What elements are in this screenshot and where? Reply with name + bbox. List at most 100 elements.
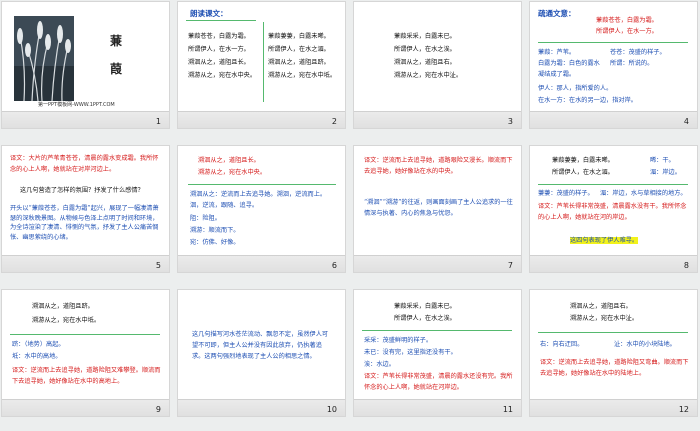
poem-line: 所谓伊人，在水之涘。 (394, 315, 456, 322)
note-line: 跻：（地势）高起。 (12, 341, 65, 348)
slide-number: 1 (155, 117, 161, 126)
poem-line: 溯洄从之，道阻且右。 (394, 59, 456, 66)
question-text: 这几句营造了怎样的氛围？抒发了什么感情？ (20, 187, 144, 194)
divider (10, 334, 160, 335)
thumb-footer (530, 255, 697, 272)
slide-thumb-1[interactable]: 蒹 葭 第一PPT模板网-WWW.1PPT.COM 1 (1, 1, 170, 129)
divider (538, 42, 688, 43)
divider (538, 332, 688, 333)
note-line: 未已：没有完，这里指还没有干。 (364, 349, 457, 356)
question-text: 这四句表现了伊人难寻。 (570, 236, 639, 247)
poem-line: 蒹葭萋萋，白露未晞。 (268, 33, 330, 40)
thumb-footer (354, 255, 521, 272)
poem-line: 蒹葭苍苍，白露为霜。 (596, 17, 658, 24)
slide-thumb-12[interactable]: 溯洄从之，道阻且右。 溯游从之，宛在水中沚。 右：向右迂回。 沚：水中的小块陆地… (529, 289, 698, 417)
poem-line: 溯游从之，宛在水中央。 (198, 169, 267, 176)
note-line: 所谓：所说的。 (610, 60, 654, 67)
thumb-footer (354, 111, 521, 128)
reeds-image (14, 16, 74, 101)
analysis-text: “溯洄”“溯游”的往返，则画面刻画了主人公追求的一往情深与执著、内心的焦急与忧怨… (364, 199, 513, 217)
slide-number: 10 (326, 405, 337, 414)
slide-number: 2 (331, 117, 337, 126)
slide-thumb-11[interactable]: 蒹葭采采，白露未已。 所谓伊人，在水之涘。 采采：茂盛鲜明的样子。 未已：没有完… (353, 289, 522, 417)
poem-line: 溯洄从之，道阻且跻。 (32, 303, 94, 310)
thumb-footer (530, 111, 697, 128)
poem-line: 溯游从之，宛在水中央。 (188, 72, 257, 79)
analysis-text: 这几句描写河水苍茫流动、飘忽不定，虽然伊人可望不可即，但主人公并没有因此放弃，仍… (192, 331, 329, 360)
note-line: 右：向右迂回。 (540, 341, 584, 348)
slide-heading: 疏通文意： (538, 9, 576, 18)
footer-text: 第一PPT模板网-WWW.1PPT.COM (38, 102, 115, 108)
slide-number: 7 (507, 261, 513, 270)
poem-line: 蒹葭苍苍，白露为霜。 (188, 33, 250, 40)
note-line: 苍苍：茂盛的样子。 (610, 49, 666, 56)
translation-text: 译文：大片的芦苇青苍苍，清晨的露水变成霜。我所怀念的心上人啊，她就站在对岸河边上… (10, 155, 159, 173)
note-line: 湄：岸边，水与草相接的地方。 (600, 190, 687, 197)
slide-thumb-5[interactable]: 译文：大片的芦苇青苍苍，清晨的露水变成霜。我所怀念的心上人啊，她就站在对岸河边上… (1, 145, 170, 273)
thumb-footer (178, 399, 345, 416)
slide-number: 9 (155, 405, 161, 414)
divider (362, 330, 512, 331)
poem-line: 所谓伊人，在水一方。 (188, 46, 250, 53)
note-line: 溯洄从之：逆流而上去追寻她。溯洄，逆流而上。洄，逆流，跟随、追寻。 (190, 191, 327, 209)
slide-thumb-6[interactable]: 溯洄从之，道阻且长。 溯游从之，宛在水中央。 溯洄从之：逆流而上去追寻她。溯洄，… (177, 145, 346, 273)
poem-line: 蒹葭采采，白露未已。 (394, 303, 456, 310)
note-line: 坻：水中的高地。 (12, 353, 62, 360)
note-line: 采采：茂盛鲜明的样子。 (364, 337, 433, 344)
note-line: 萋萋：茂盛的样子。 (538, 190, 594, 197)
slide-number: 6 (331, 261, 337, 270)
title-char-2: 葭 (110, 62, 123, 76)
note-line: 沚：水中的小块陆地。 (614, 341, 676, 348)
poem-line: 溯游从之，宛在水中沚。 (570, 315, 639, 322)
side-note: 湄：岸边。 (650, 169, 681, 176)
translation-text: 译文：逆流而上去追寻她，道路艰险又漫长。顺流而下去追寻她，她好像站在水的中央。 (364, 157, 513, 175)
poem-line: 蒹葭采采，白露未已。 (394, 33, 456, 40)
slide-thumb-7[interactable]: 译文：逆流而上去追寻她，道路艰险又漫长。顺流而下去追寻她，她好像站在水的中央。 … (353, 145, 522, 273)
poem-line: 蒹葭萋萋，白露未晞。 (552, 157, 614, 164)
slide-number: 4 (683, 117, 689, 126)
slide-heading: 朗读课文： (190, 9, 228, 18)
thumb-footer (354, 399, 521, 416)
note-line: 阻：险阻。 (190, 215, 221, 222)
thumb-footer (178, 255, 345, 272)
slide-number: 3 (507, 117, 513, 126)
slide-thumb-2[interactable]: 朗读课文： 蒹葭苍苍，白露为霜。 所谓伊人，在水一方。 溯洄从之，道阻且长。 溯… (177, 1, 346, 129)
slide-thumb-10[interactable]: 这几句描写河水苍茫流动、飘忽不定，虽然伊人可望不可即，但主人公并没有因此放弃，仍… (177, 289, 346, 417)
note-line: 白露为霜：白色的露水凝结成了霜。 (538, 60, 600, 78)
poem-line: 溯洄从之，道阻且右。 (570, 303, 632, 310)
answer-text: 开头以“蒹葭苍苍，白露为霜”起兴，展现了一幅凄清萧瑟的深秋晚景图。从物候与色泽上… (10, 205, 159, 241)
slide-thumb-9[interactable]: 溯洄从之，道阻且跻。 溯游从之，宛在水中坻。 跻：（地势）高起。 坻：水中的高地… (1, 289, 170, 417)
divider (188, 184, 336, 185)
translation-text: 译文：芦苇长得非常茂盛，清晨的露水还没有完。我所怀念的心上人啊，她就站在河岸边。 (364, 373, 513, 391)
translation-text: 译文：逆流而上去追寻她，道路险阻又弯曲。顺流而下去追寻她，她好像站在水中的陆地上… (540, 359, 689, 377)
note-line: 蒹葭：芦苇。 (538, 49, 576, 56)
divider (538, 184, 688, 185)
slide-thumb-3[interactable]: 蒹葭采采，白露未已。 所谓伊人，在水之涘。 溯洄从之，道阻且右。 溯游从之，宛在… (353, 1, 522, 129)
side-note: 晞：干。 (650, 157, 675, 164)
divider (263, 22, 264, 102)
thumb-footer (2, 255, 169, 272)
note-line: 在水一方：在水的另一边，指对岸。 (538, 97, 637, 104)
note-line: 涘：水边。 (364, 361, 395, 368)
poem-line: 溯洄从之，道阻且长。 (188, 59, 250, 66)
slide-thumb-8[interactable]: 蒹葭萋萋，白露未晞。 所谓伊人，在水之湄。 晞：干。 湄：岸边。 萋萋：茂盛的样… (529, 145, 698, 273)
slide-number: 8 (683, 261, 689, 270)
translation-text: 译文：逆流而上去追寻她，道路险阻又难攀登。顺流而下去追寻她，她好像站在水中的高地… (12, 367, 161, 385)
slide-thumb-4[interactable]: 疏通文意： 蒹葭苍苍，白露为霜。 所谓伊人，在水一方。 蒹葭：芦苇。 苍苍：茂盛… (529, 1, 698, 129)
thumb-footer (178, 111, 345, 128)
divider (186, 20, 256, 21)
poem-line: 所谓伊人，在水之湄。 (552, 169, 614, 176)
translation-text: 译文：芦苇长得非常茂盛，清晨露水没有干。我所怀念的心上人啊，她就站在河的岸边。 (538, 203, 687, 221)
thumb-footer (2, 111, 169, 128)
thumb-footer (530, 399, 697, 416)
title-char-1: 蒹 (110, 34, 123, 48)
poem-line: 溯游从之，宛在水中坻。 (32, 317, 101, 324)
poem-line: 所谓伊人，在水一方。 (596, 28, 658, 35)
slide-number: 11 (502, 405, 513, 414)
poem-line: 溯洄从之，道阻且跻。 (268, 59, 330, 66)
poem-line: 所谓伊人，在水之湄。 (268, 46, 330, 53)
note-line: 溯游：顺流而下。 (190, 227, 240, 234)
poem-line: 所谓伊人，在水之涘。 (394, 46, 456, 53)
note-line: 伊人：那人，指所爱的人。 (538, 85, 613, 92)
poem-line: 溯游从之，宛在水中坻。 (268, 72, 337, 79)
